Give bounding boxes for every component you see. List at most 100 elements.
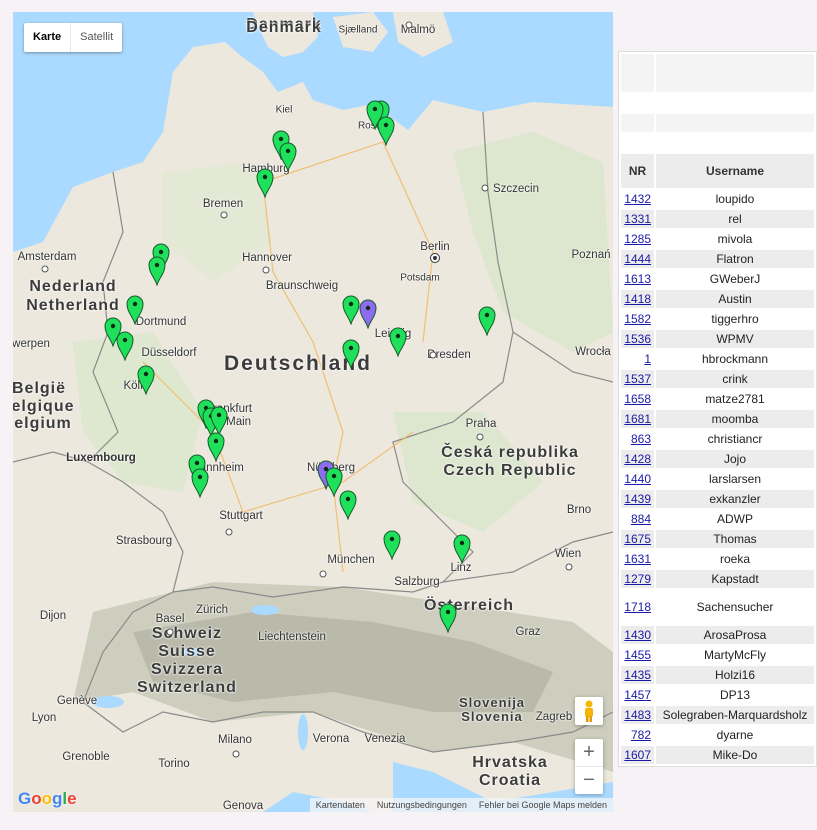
label-bremen: Bremen — [202, 198, 244, 210]
username-cell: Holzi16 — [656, 666, 814, 684]
empty-cell — [656, 94, 814, 112]
empty-cell — [656, 54, 814, 92]
username-cell: ArosaProsa — [656, 626, 814, 644]
nr-link[interactable]: 1537 — [624, 372, 651, 386]
label-strasbourg: Strasbourg — [115, 535, 173, 547]
terms-link[interactable]: Nutzungsbedingungen — [371, 798, 473, 812]
nr-cell: 1658 — [621, 390, 654, 408]
map-marker[interactable] — [191, 468, 209, 499]
nr-link[interactable]: 1607 — [624, 748, 651, 762]
map-marker[interactable] — [342, 295, 360, 326]
nr-link[interactable]: 1444 — [624, 252, 651, 266]
label-praha: Praha — [465, 418, 497, 430]
pin-icon — [279, 142, 297, 173]
nr-cell: 1607 — [621, 746, 654, 764]
nr-link[interactable]: 1435 — [624, 668, 651, 682]
nr-link[interactable]: 1285 — [624, 232, 651, 246]
label-hrvatska: Hrvatska — [472, 754, 548, 771]
nr-cell: 1457 — [621, 686, 654, 704]
map-type-satellite-button[interactable]: Satellit — [70, 23, 122, 52]
nr-link[interactable]: 1483 — [624, 708, 651, 722]
map-data-link[interactable]: Kartendaten — [310, 798, 371, 812]
map-marker[interactable] — [339, 490, 357, 521]
nr-link[interactable]: 1681 — [624, 412, 651, 426]
pin-icon — [207, 432, 225, 463]
map-marker[interactable] — [453, 534, 471, 565]
map-marker[interactable] — [279, 142, 297, 173]
username-cell: Mike-Do — [656, 746, 814, 764]
map-marker[interactable] — [148, 256, 166, 287]
map-marker[interactable] — [126, 295, 144, 326]
map-marker[interactable] — [439, 603, 457, 634]
zoom-out-button[interactable]: − — [575, 766, 603, 794]
pin-icon — [116, 331, 134, 362]
zoom-in-button[interactable]: + — [575, 739, 603, 766]
username-cell: exkanzler — [656, 490, 814, 508]
nr-cell: 1440 — [621, 470, 654, 488]
map-marker[interactable] — [478, 306, 496, 337]
nr-link[interactable]: 1430 — [624, 628, 651, 642]
nr-link[interactable]: 1455 — [624, 648, 651, 662]
nr-link[interactable]: 1432 — [624, 192, 651, 206]
nr-link[interactable]: 1457 — [624, 688, 651, 702]
nr-link[interactable]: 1331 — [624, 212, 651, 226]
map-marker[interactable] — [256, 168, 274, 199]
map-type-map-button[interactable]: Karte — [24, 23, 70, 52]
username-cell: dyarne — [656, 726, 814, 744]
pegman-icon — [585, 700, 593, 722]
map-marker[interactable] — [207, 432, 225, 463]
table-row: 1 hbrockmann — [621, 350, 814, 368]
label-stuttgart: Stuttgart — [219, 510, 263, 522]
nr-link[interactable]: 1631 — [624, 552, 651, 566]
nr-link[interactable]: 1439 — [624, 492, 651, 506]
nr-cell: 1418 — [621, 290, 654, 308]
empty-cell — [621, 94, 654, 112]
report-error-link[interactable]: Fehler bei Google Maps melden — [473, 798, 613, 812]
nr-link[interactable]: 782 — [631, 728, 651, 742]
map-marker[interactable] — [137, 365, 155, 396]
street-view-pegman-button[interactable] — [575, 697, 603, 725]
map-marker[interactable] — [359, 299, 377, 330]
username-cell: crink — [656, 370, 814, 388]
table-row: 1418 Austin — [621, 290, 814, 308]
google-logo[interactable]: Google — [18, 789, 77, 809]
nr-cell: 1455 — [621, 646, 654, 664]
map-marker[interactable] — [342, 339, 360, 370]
nr-link[interactable]: 1440 — [624, 472, 651, 486]
map-view[interactable]: Danmark Denmark Sjælland Malmö Kiel Rost… — [13, 12, 613, 812]
table-row: 1536 WPMV — [621, 330, 814, 348]
nr-link[interactable]: 1658 — [624, 392, 651, 406]
map-marker[interactable] — [116, 331, 134, 362]
nr-link[interactable]: 1675 — [624, 532, 651, 546]
table-row: 1435 Holzi16 — [621, 666, 814, 684]
nr-link[interactable]: 884 — [631, 512, 651, 526]
capital-dot — [431, 254, 439, 262]
label-netherland: Netherland — [26, 297, 120, 314]
nr-link[interactable]: 1418 — [624, 292, 651, 306]
label-kiel: Kiel — [275, 104, 293, 116]
nr-link[interactable]: 1582 — [624, 312, 651, 326]
label-salzburg: Salzburg — [394, 576, 440, 588]
nr-cell: 1428 — [621, 450, 654, 468]
label-verona: Verona — [312, 733, 350, 745]
map-marker[interactable] — [389, 327, 407, 358]
nr-cell: 1439 — [621, 490, 654, 508]
empty-cell — [621, 134, 654, 152]
nr-link[interactable]: 863 — [631, 432, 651, 446]
nr-link[interactable]: 1718 — [624, 600, 651, 614]
table-row: 1440 larslarsen — [621, 470, 814, 488]
nr-cell: 1681 — [621, 410, 654, 428]
nr-link[interactable]: 1279 — [624, 572, 651, 586]
nr-link[interactable]: 1613 — [624, 272, 651, 286]
city-dot — [476, 433, 484, 441]
nr-link[interactable]: 1428 — [624, 452, 651, 466]
pin-icon — [377, 116, 395, 147]
map-type-control: Karte Satellit — [24, 23, 123, 52]
map-marker[interactable] — [383, 530, 401, 561]
nr-link[interactable]: 1 — [644, 352, 651, 366]
username-cell: larslarsen — [656, 470, 814, 488]
nr-link[interactable]: 1536 — [624, 332, 651, 346]
map-marker[interactable] — [377, 116, 395, 147]
table-row: 1430 ArosaProsa — [621, 626, 814, 644]
nr-cell: 1285 — [621, 230, 654, 248]
